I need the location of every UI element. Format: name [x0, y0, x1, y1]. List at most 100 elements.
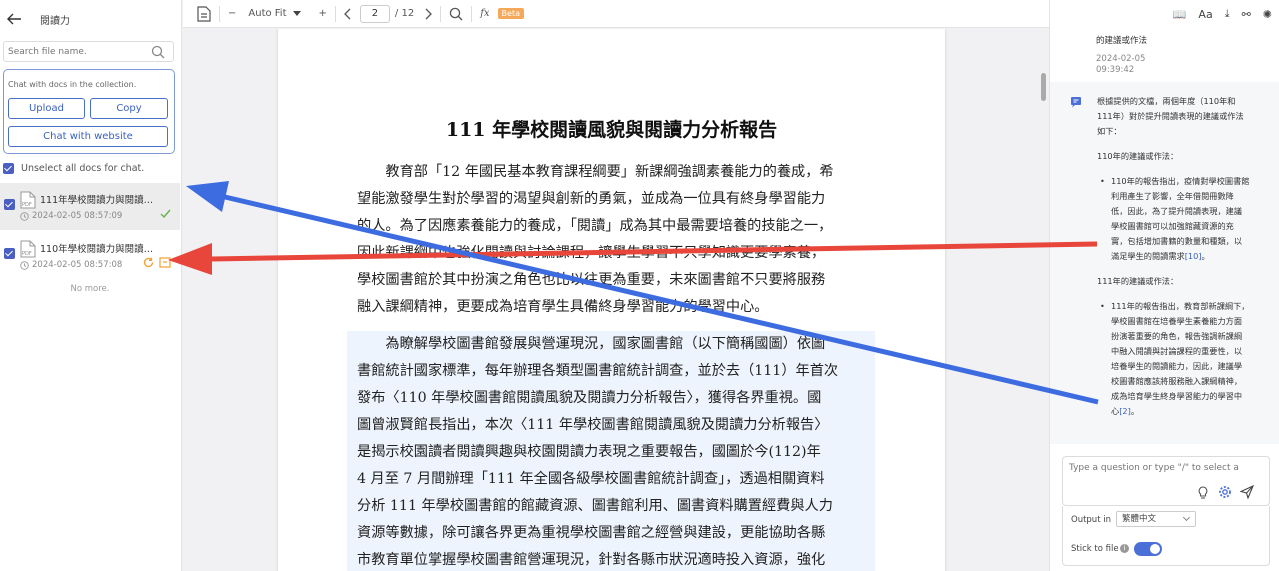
folder-icon[interactable]	[159, 256, 171, 268]
chat-with-website-button[interactable]: Chat with website	[8, 126, 168, 147]
answer-section-title: 110年的建議或作法：	[1097, 151, 1179, 161]
info-icon[interactable]: i	[1120, 544, 1129, 553]
search-input[interactable]	[4, 46, 151, 57]
chevron-right-icon[interactable]	[424, 8, 433, 20]
citation-link[interactable]: [10]	[1185, 251, 1202, 261]
font-icon[interactable]: Aa	[1198, 8, 1212, 21]
scrollbar-thumb[interactable]	[1041, 73, 1046, 101]
doc-list-item[interactable]: PDF 110年學校閱讀力與閱讀風貌分析報告.pdf 2024-02-05 08…	[0, 232, 180, 279]
user-message-text: 的建議或作法	[1096, 36, 1148, 46]
answer-bullet: 110年的報告指出，疫情對學校圖書館 利用產生了影響，全年借閱冊數降 低，因此，…	[1097, 174, 1269, 264]
text-line: 為瞭解學校圖書館發展與營運現況，國家圖書館（以下簡稱國圖）依圖	[357, 336, 826, 352]
question-input[interactable]	[1069, 463, 1259, 473]
gear-icon[interactable]	[1218, 485, 1232, 499]
answer-line: 滿足學生的閱讀需求	[1111, 251, 1185, 261]
answer-section-title: 111年的建議或作法：	[1097, 276, 1179, 286]
assistant-avatar-icon	[1071, 97, 1081, 108]
collection-title: 閱讀力	[40, 15, 70, 27]
doc-timestamp: 2024-02-05 08:57:09	[20, 211, 122, 221]
answer-text: 根據提供的文檔，兩個年度（110年和 111年）對於提升閱讀表現的建議或作法 如下：…	[1097, 94, 1269, 429]
chat-toolbar: 📖 Aa ⤓ ⚯ ✺	[1050, 0, 1279, 28]
unselect-all-checkbox[interactable]	[3, 163, 14, 174]
answer-line: 111年的報告指出，教育部新課綱下，	[1111, 301, 1250, 311]
share-icon[interactable]: ⚯	[1242, 8, 1251, 21]
assistant-message: 根據提供的文檔，兩個年度（110年和 111年）對於提升閱讀表現的建議或作法 如下：…	[1050, 82, 1279, 444]
text-line: 學校圖書館於其中扮演之角色也比以往更為重要，未來圖書館不只要將服務	[357, 272, 826, 288]
lightbulb-icon[interactable]	[1196, 485, 1210, 499]
text-line: 融入課綱精神，更要成為培育學生具備終身學習能力的學習中心。	[357, 299, 769, 315]
answer-line: 學校圖書館可以加強館藏資源的充	[1111, 221, 1234, 231]
pdf-viewer[interactable]: 111 年學校閱讀風貌與閱讀力分析報告 教育部「12 年國民基本教育課程綱要」新…	[183, 29, 1049, 571]
answer-bullet: 111年的報告指出，教育部新課綱下， 學校圖書館在培養學生素養能力方面 扮演著重…	[1097, 299, 1269, 419]
doc-name: 110年學校閱讀力與閱讀風貌分析報告.pdf	[40, 244, 158, 255]
answer-line: 根據提供的文檔，兩個年度（110年和	[1097, 96, 1236, 106]
book-icon[interactable]: 📖	[1173, 8, 1187, 21]
doc-checkbox[interactable]	[4, 248, 15, 259]
text-line: 市教育單位掌握學校圖書館營運現況，針對各縣市狀況適時投入資源，強化	[357, 552, 826, 568]
chevron-left-icon[interactable]	[343, 8, 352, 20]
answer-line: 110年的報告指出，疫情對學校圖書館	[1111, 176, 1250, 186]
toolbar-divider	[219, 5, 220, 22]
answer-line: 心	[1111, 406, 1120, 416]
text-line: 圖曾淑賢館長指出，本次〈111 年學校圖書館閱讀風貌及閱讀力分析報告〉	[357, 417, 829, 433]
toolbar-divider	[440, 5, 442, 22]
doc-list-item[interactable]: PDF 111年學校閱讀力與閱讀風貌分析報告.pdf 2024-02-05 08…	[0, 183, 180, 230]
unselect-all-row[interactable]: Unselect all docs for chat.	[3, 163, 144, 174]
copy-button[interactable]: Copy	[90, 98, 168, 119]
answer-line: 扮演著重要的角色，報告強調新課綱	[1111, 331, 1243, 341]
openai-icon[interactable]: ✺	[1263, 8, 1272, 21]
answer-line: 培養學生的閱讀能力，因此，建議學	[1111, 361, 1243, 371]
answer-line: 111年）對於提升閱讀表現的建議或作法	[1097, 111, 1244, 121]
chat-collection-box: Chat with docs in the collection. Upload…	[3, 69, 175, 154]
viewer-toolbar: − Auto Fit + / 12 fx Beta	[183, 0, 1049, 28]
zoom-select[interactable]: Auto Fit	[248, 8, 286, 19]
zoom-in-button[interactable]: +	[319, 8, 327, 19]
output-language-label: Output in	[1071, 515, 1111, 525]
pdf-page: 111 年學校閱讀風貌與閱讀力分析報告 教育部「12 年國民基本教育課程綱要」新…	[278, 29, 945, 571]
text-line: 4 月至 7 月間辦理「111 年全國各級學校圖書館統計調查」，透過相關資料	[357, 471, 825, 487]
doc-checkbox[interactable]	[4, 199, 15, 210]
text-line: 是揭示校園讀者閱讀興趣與校園閱讀力表現之重要報告，國圖於今(112)年	[357, 444, 821, 460]
pdf-file-icon: PDF	[20, 240, 36, 258]
outline-icon[interactable]	[197, 5, 211, 22]
sidebar-header: 閱讀力	[0, 0, 181, 38]
clock-icon	[20, 211, 29, 221]
file-sidebar: 閱讀力 Chat with docs in the collection. Up…	[0, 0, 182, 571]
stick-to-file-toggle[interactable]	[1134, 542, 1162, 556]
back-arrow-icon[interactable]	[4, 9, 24, 29]
download-icon[interactable]: ⤓	[1225, 7, 1230, 21]
answer-line: 低，因此，為了提升閱讀表現，建議	[1111, 206, 1243, 216]
citation-link[interactable]: [2]	[1119, 406, 1131, 416]
text-line: 書館統計國家標準，每年辦理各類型圖書館統計調查，並於去（111）年首次	[357, 363, 839, 379]
document-title: 111 年學校閱讀風貌與閱讀力分析報告	[445, 119, 778, 141]
stick-to-file-label: Stick to file	[1071, 544, 1119, 554]
unselect-all-label: Unselect all docs for chat.	[21, 163, 145, 174]
page-total: / 12	[394, 8, 415, 19]
upload-button[interactable]: Upload	[8, 98, 85, 119]
text-line: 發布〈110 年學校圖書館閱讀風貌及閱讀力分析報告〉，獲得各界重視。國	[357, 390, 822, 406]
beta-badge: Beta	[497, 8, 524, 19]
text-line: 資源等數據，除可讓各界更為重視學校圖書館之經營與建設，更能協助各縣	[357, 525, 826, 541]
search-icon[interactable]	[449, 7, 463, 21]
document-paragraph: 教育部「12 年國民基本教育課程綱要」新課綱強調素養能力的養成，希 望能激發學生…	[357, 159, 865, 321]
answer-line: 實，包括增加書籍的數量和種類，以	[1111, 236, 1243, 246]
output-language-select[interactable]: 繁體中文	[1116, 511, 1196, 527]
svg-text:PDF: PDF	[22, 251, 32, 257]
page-number-input[interactable]	[359, 4, 390, 23]
text-line: 分析 111 年學校圖書館的館藏資源、圖書館利用、圖書資料購置經費與人力	[357, 498, 833, 514]
send-icon[interactable]	[1240, 485, 1254, 499]
text-line: 因此新課綱中也強化閱讀與討論課程，讓學生學習不只學知識更要學素養，	[357, 245, 826, 261]
zoom-out-button[interactable]: −	[228, 8, 236, 19]
formula-button[interactable]: fx	[480, 8, 489, 19]
text-line: 望能激發學生對於學習的渴望與創新的勇氣，並成為一位具有終身學習能力	[357, 191, 826, 207]
clock-icon	[20, 260, 29, 270]
doc-name: 111年學校閱讀力與閱讀風貌分析報告.pdf	[40, 195, 158, 206]
toolbar-divider	[334, 5, 336, 22]
answer-line: 如下：	[1097, 126, 1122, 136]
answer-punctuation: 。	[1201, 251, 1210, 261]
text-line: 的人。為了因應素養能力的養成，「閱讀」成為其中最需要培養的技能之一，	[357, 218, 833, 234]
chevron-down-icon[interactable]	[292, 10, 301, 17]
search-icon[interactable]	[151, 45, 165, 59]
chat-hint-text: Chat with docs in the collection.	[8, 80, 137, 89]
refresh-icon[interactable]	[143, 257, 154, 268]
